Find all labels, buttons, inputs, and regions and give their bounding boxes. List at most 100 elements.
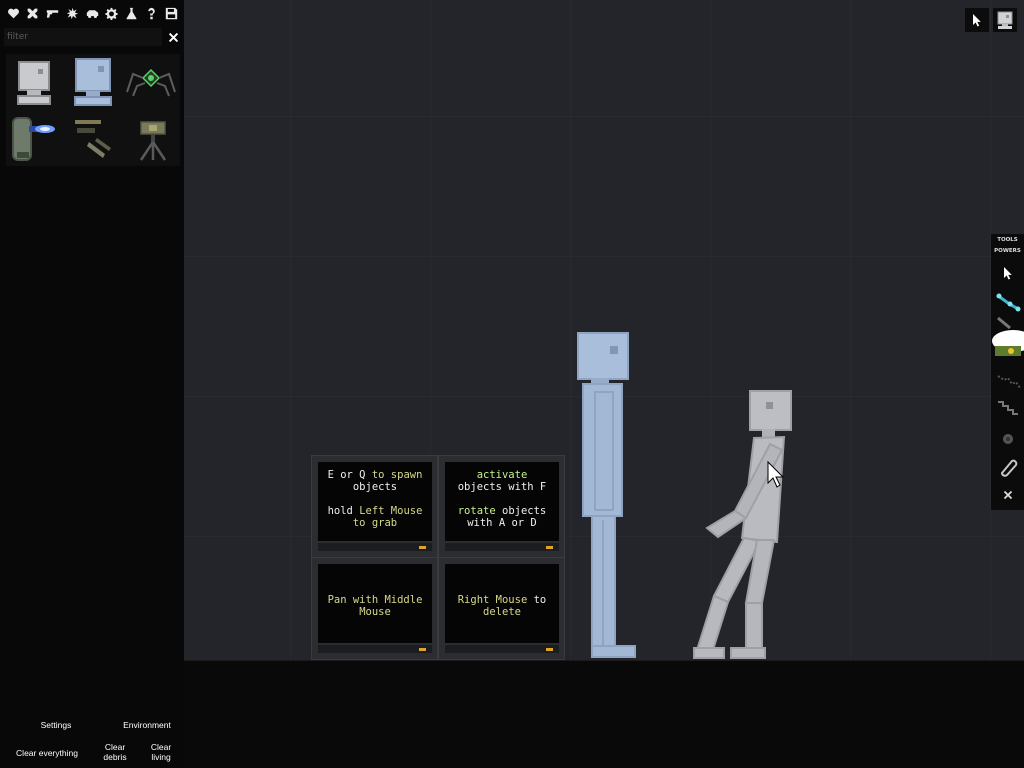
save-button[interactable] bbox=[162, 4, 180, 22]
tool-delete-fixed[interactable] bbox=[991, 482, 1024, 508]
vehicle-icon bbox=[86, 9, 98, 18]
sidebar-bottom-menu: Settings Environment Clear everything Cl… bbox=[0, 710, 184, 768]
save-icon bbox=[165, 7, 177, 19]
sign-bar bbox=[445, 645, 559, 653]
sign-text: delete bbox=[483, 606, 521, 618]
clear-everything-button[interactable]: Clear everything bbox=[8, 748, 86, 758]
sign-text: rotate objects bbox=[457, 505, 547, 517]
category-machinery-button[interactable] bbox=[103, 4, 121, 22]
tool-spring[interactable] bbox=[991, 368, 1024, 394]
catalog-item-spider-robot[interactable] bbox=[122, 54, 180, 110]
clear-debris-label-2: debris bbox=[103, 752, 127, 762]
question-icon bbox=[148, 7, 155, 19]
catalog-item-turret[interactable] bbox=[122, 110, 180, 166]
tool-selected-highlight[interactable] bbox=[991, 328, 1024, 358]
sign-text: Right Mouse to bbox=[457, 594, 547, 606]
cursor-icon bbox=[1003, 267, 1012, 280]
contextmenu-toggle-button[interactable] bbox=[993, 8, 1017, 32]
settings-button[interactable]: Settings bbox=[36, 720, 76, 730]
catalog-item-weapon-parts[interactable] bbox=[64, 110, 122, 166]
filter-row bbox=[4, 28, 182, 46]
sign-text: with A or D bbox=[467, 517, 537, 529]
category-chemistry-button[interactable] bbox=[123, 4, 141, 22]
android-head-icon bbox=[997, 11, 1013, 29]
sign-bar bbox=[445, 543, 559, 551]
sign-bar bbox=[318, 543, 432, 551]
tool-cable[interactable] bbox=[991, 288, 1024, 314]
sign-text bbox=[445, 493, 559, 505]
tab-powers[interactable]: POWERS bbox=[991, 246, 1024, 256]
blaster-cylinder-icon bbox=[12, 117, 55, 161]
chain-icon bbox=[997, 401, 1018, 415]
sign-activate-rotate[interactable]: activate objects with F rotate objects w… bbox=[438, 455, 565, 558]
cursor-icon bbox=[973, 14, 981, 27]
sign-screen: Right Mouse to delete bbox=[445, 564, 559, 643]
clear-debris-label-1: Clear bbox=[104, 742, 126, 752]
close-icon bbox=[168, 32, 178, 42]
clear-debris-button[interactable]: Clear debris bbox=[98, 742, 132, 762]
sign-text: Pan with Middle bbox=[327, 594, 423, 606]
spring-icon bbox=[996, 375, 1021, 389]
hinge-icon bbox=[1002, 434, 1013, 444]
ground bbox=[184, 660, 1024, 768]
close-icon bbox=[1003, 490, 1012, 500]
sign-text: objects bbox=[352, 481, 398, 493]
sign-text: hold Left Mouse bbox=[327, 505, 423, 517]
clear-living-button[interactable]: Clear living bbox=[144, 742, 178, 762]
tab-tools[interactable]: TOOLS bbox=[991, 235, 1024, 245]
android-icon bbox=[17, 61, 51, 105]
pointer-mode-button[interactable] bbox=[965, 8, 989, 32]
sign-screen: activate objects with F rotate objects w… bbox=[445, 462, 559, 541]
sign-screen: E or Q to spawn objects hold Left Mouse … bbox=[318, 462, 432, 541]
clear-living-label-2: living bbox=[151, 752, 171, 762]
blue-android-icon bbox=[74, 58, 112, 106]
sign-led bbox=[546, 648, 553, 651]
explosion-icon bbox=[66, 7, 78, 19]
category-biohazard-button[interactable] bbox=[4, 4, 22, 22]
sign-led bbox=[419, 546, 426, 549]
sign-delete[interactable]: Right Mouse to delete bbox=[438, 557, 565, 660]
sign-text: to grab bbox=[352, 517, 398, 529]
weapon-parts-icon bbox=[75, 120, 111, 158]
tool-panel: TOOLS POWERS bbox=[991, 234, 1024, 510]
category-firearms-button[interactable] bbox=[44, 4, 62, 22]
sign-text: Mouse bbox=[359, 606, 391, 618]
sign-text: E or Q to spawn bbox=[327, 469, 423, 481]
tool-hinge[interactable] bbox=[991, 426, 1024, 452]
sign-spawn-grab[interactable]: E or Q to spawn objects hold Left Mouse … bbox=[311, 455, 438, 558]
cable-icon bbox=[995, 293, 1020, 312]
tool-link[interactable] bbox=[991, 454, 1024, 480]
sign-led bbox=[546, 546, 553, 549]
clear-living-label-1: Clear bbox=[150, 742, 172, 752]
filter-clear-button[interactable] bbox=[165, 29, 181, 45]
tool-drag[interactable] bbox=[991, 260, 1024, 286]
sign-bar bbox=[318, 645, 432, 653]
category-vehicles-button[interactable] bbox=[83, 4, 101, 22]
link-icon bbox=[1000, 459, 1017, 477]
heart-icon bbox=[7, 8, 19, 18]
catalog-item-gorse[interactable] bbox=[64, 54, 122, 110]
sign-text: objects with F bbox=[457, 481, 547, 493]
spider-robot-icon bbox=[126, 68, 176, 97]
crossed-swords-icon bbox=[27, 8, 38, 18]
sign-screen: Pan with Middle Mouse bbox=[318, 564, 432, 643]
flask-icon bbox=[126, 7, 137, 19]
filter-input[interactable] bbox=[4, 28, 162, 46]
sign-led bbox=[419, 648, 426, 651]
spawn-catalog bbox=[6, 54, 180, 166]
highlight-glow-icon bbox=[992, 330, 1024, 356]
gun-icon bbox=[46, 9, 59, 18]
gear-icon bbox=[105, 7, 118, 20]
tool-chain[interactable] bbox=[991, 394, 1024, 420]
category-explosives-button[interactable] bbox=[63, 4, 81, 22]
help-button[interactable] bbox=[142, 4, 160, 22]
catalog-item-blaster-cylinder[interactable] bbox=[6, 110, 64, 166]
environment-button[interactable]: Environment bbox=[118, 720, 176, 730]
catalog-item-android[interactable] bbox=[6, 54, 64, 110]
sign-text: activate bbox=[476, 469, 528, 481]
sign-pan[interactable]: Pan with Middle Mouse bbox=[311, 557, 438, 660]
sign-text bbox=[318, 493, 432, 505]
category-toolbar bbox=[0, 0, 184, 26]
turret-icon bbox=[139, 121, 167, 161]
category-melee-button[interactable] bbox=[24, 4, 42, 22]
